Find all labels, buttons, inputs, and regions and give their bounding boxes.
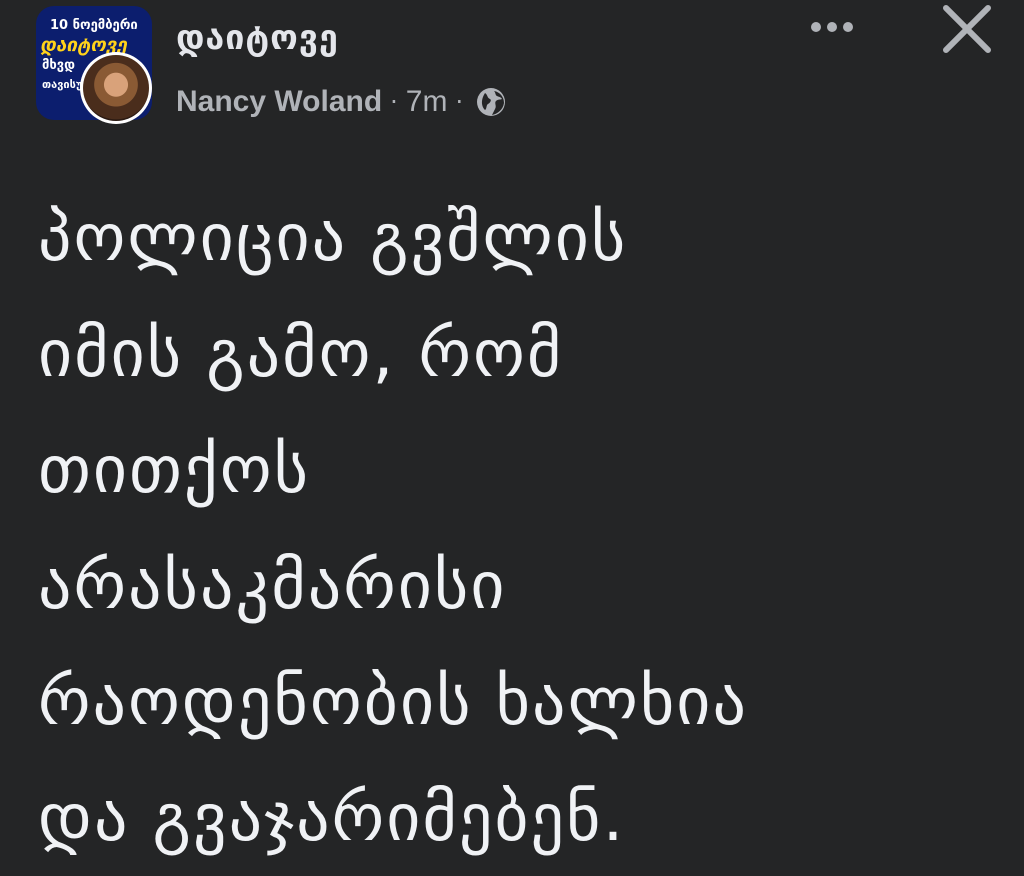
post-meta: Nancy Woland · 7m · [176, 84, 507, 120]
post-line: თითქოს [38, 431, 311, 508]
user-avatar[interactable] [80, 52, 152, 124]
meta-separator: · [455, 88, 464, 116]
author-name[interactable]: Nancy Woland [176, 85, 382, 119]
post-line: პოლიცია გვშლის [38, 199, 628, 276]
group-avatar-text: მხვდ [42, 58, 75, 73]
post-line: იმის გამო, რომ [38, 315, 564, 392]
user-avatar-photo [83, 55, 149, 121]
post-line: რაოდენობის ხალხია [38, 663, 748, 740]
post-line: არასაკმარისი [38, 547, 507, 624]
group-avatar-text: 10 ნოემბერი [50, 18, 138, 33]
post-body: პოლიცია გვშლის იმის გამო, რომ თითქოს არა… [38, 180, 1008, 876]
post-header: 10 ნოემბერი დაიტოვე მხვდ თავისუ დაიტოვე … [0, 0, 1024, 140]
meta-separator: · [390, 88, 398, 116]
close-icon[interactable] [936, 0, 996, 60]
more-dot [843, 22, 853, 32]
globe-icon [475, 86, 507, 118]
more-dot [827, 22, 837, 32]
more-horizontal-icon[interactable] [800, 12, 864, 42]
post-line: და გვაჯარიმებენ. [38, 779, 626, 856]
group-avatar-text: თავისუ [42, 78, 83, 91]
more-dot [811, 22, 821, 32]
post-timestamp[interactable]: 7m [406, 85, 448, 119]
group-name[interactable]: დაიტოვე [176, 18, 339, 58]
